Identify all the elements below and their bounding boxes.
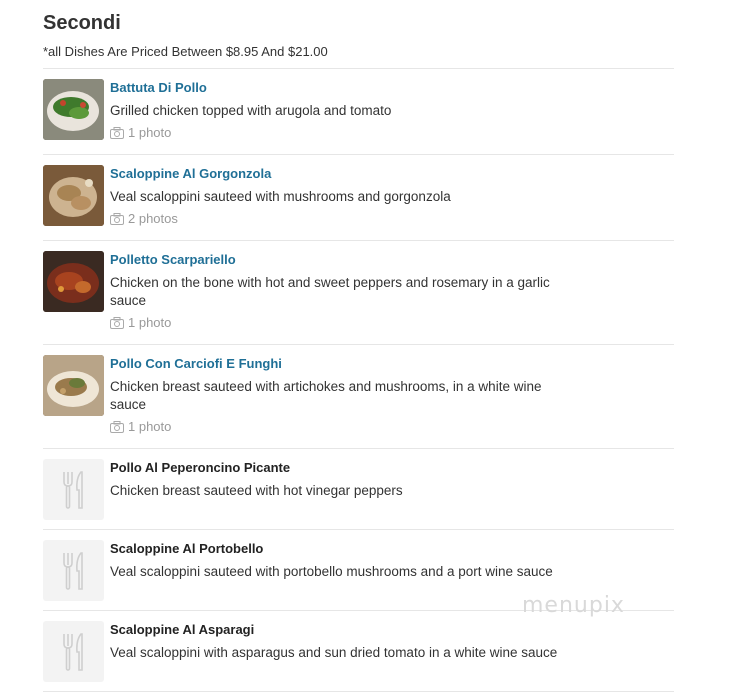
dish-placeholder <box>43 621 104 682</box>
watermark-logo: menupix <box>522 593 625 618</box>
dish-name: Pollo Al Peperoncino Picante <box>110 460 291 475</box>
dish-placeholder <box>43 540 104 601</box>
price-note: *all Dishes Are Priced Between $8.95 And… <box>43 44 328 59</box>
dish-photo-thumbnail[interactable] <box>43 251 104 312</box>
dish-name: Scaloppine Al Portobello <box>110 541 264 556</box>
dish-description: Chicken breast sauteed with hot vinegar … <box>110 483 403 498</box>
menu-item: Battuta Di Pollo Grilled chicken topped … <box>43 69 674 155</box>
dish-name-link[interactable]: Polletto Scarpariello <box>110 252 674 268</box>
dish-description: Chicken on the bone with hot and sweet p… <box>110 275 550 308</box>
utensils-icon <box>62 551 83 590</box>
menu-item: Scaloppine Al Gorgonzola Veal scaloppini… <box>43 155 674 241</box>
photo-count: 2 photos <box>128 211 178 226</box>
dish-description: Veal scaloppini with asparagus and sun d… <box>110 645 558 660</box>
menu-item: Polletto Scarpariello Chicken on the bon… <box>43 241 674 345</box>
dish-name: Scaloppine Al Asparagi <box>110 622 255 637</box>
photo-count: 1 photo <box>128 419 172 434</box>
dish-photo-thumbnail[interactable] <box>43 79 104 140</box>
dish-description: Grilled chicken topped with arugola and … <box>110 103 392 118</box>
utensils-icon <box>62 632 83 671</box>
dish-description: Veal scaloppini sauteed with portobello … <box>110 564 553 579</box>
photo-count-link[interactable]: 1 photo <box>110 124 674 142</box>
dish-name-link[interactable]: Pollo Con Carciofi E Funghi <box>110 356 674 372</box>
menu-item: Pollo Con Carciofi E Funghi Chicken brea… <box>43 345 674 449</box>
dish-name-link[interactable]: Battuta Di Pollo <box>110 80 674 96</box>
menu-item: Pollo Al Peperoncino Picante Chicken bre… <box>43 449 674 530</box>
dish-description: Chicken breast sauteed with artichokes a… <box>110 379 542 412</box>
photo-count-link[interactable]: 1 photo <box>110 418 674 436</box>
menu-item: Scaloppine Al Asparagi Veal scaloppini w… <box>43 611 674 692</box>
camera-icon <box>110 421 124 433</box>
camera-icon <box>110 213 124 225</box>
menu-section: Secondi *all Dishes Are Priced Between $… <box>43 0 674 692</box>
section-title: Secondi <box>43 12 121 34</box>
utensils-icon <box>62 470 83 509</box>
dish-photo-thumbnail[interactable] <box>43 165 104 226</box>
camera-icon <box>110 317 124 329</box>
photo-count-link[interactable]: 2 photos <box>110 210 674 228</box>
camera-icon <box>110 127 124 139</box>
photo-count: 1 photo <box>128 125 172 140</box>
photo-count: 1 photo <box>128 315 172 330</box>
dish-placeholder <box>43 459 104 520</box>
dish-description: Veal scaloppini sauteed with mushrooms a… <box>110 189 451 204</box>
photo-count-link[interactable]: 1 photo <box>110 314 674 332</box>
dish-photo-thumbnail[interactable] <box>43 355 104 416</box>
dish-name-link[interactable]: Scaloppine Al Gorgonzola <box>110 166 674 182</box>
